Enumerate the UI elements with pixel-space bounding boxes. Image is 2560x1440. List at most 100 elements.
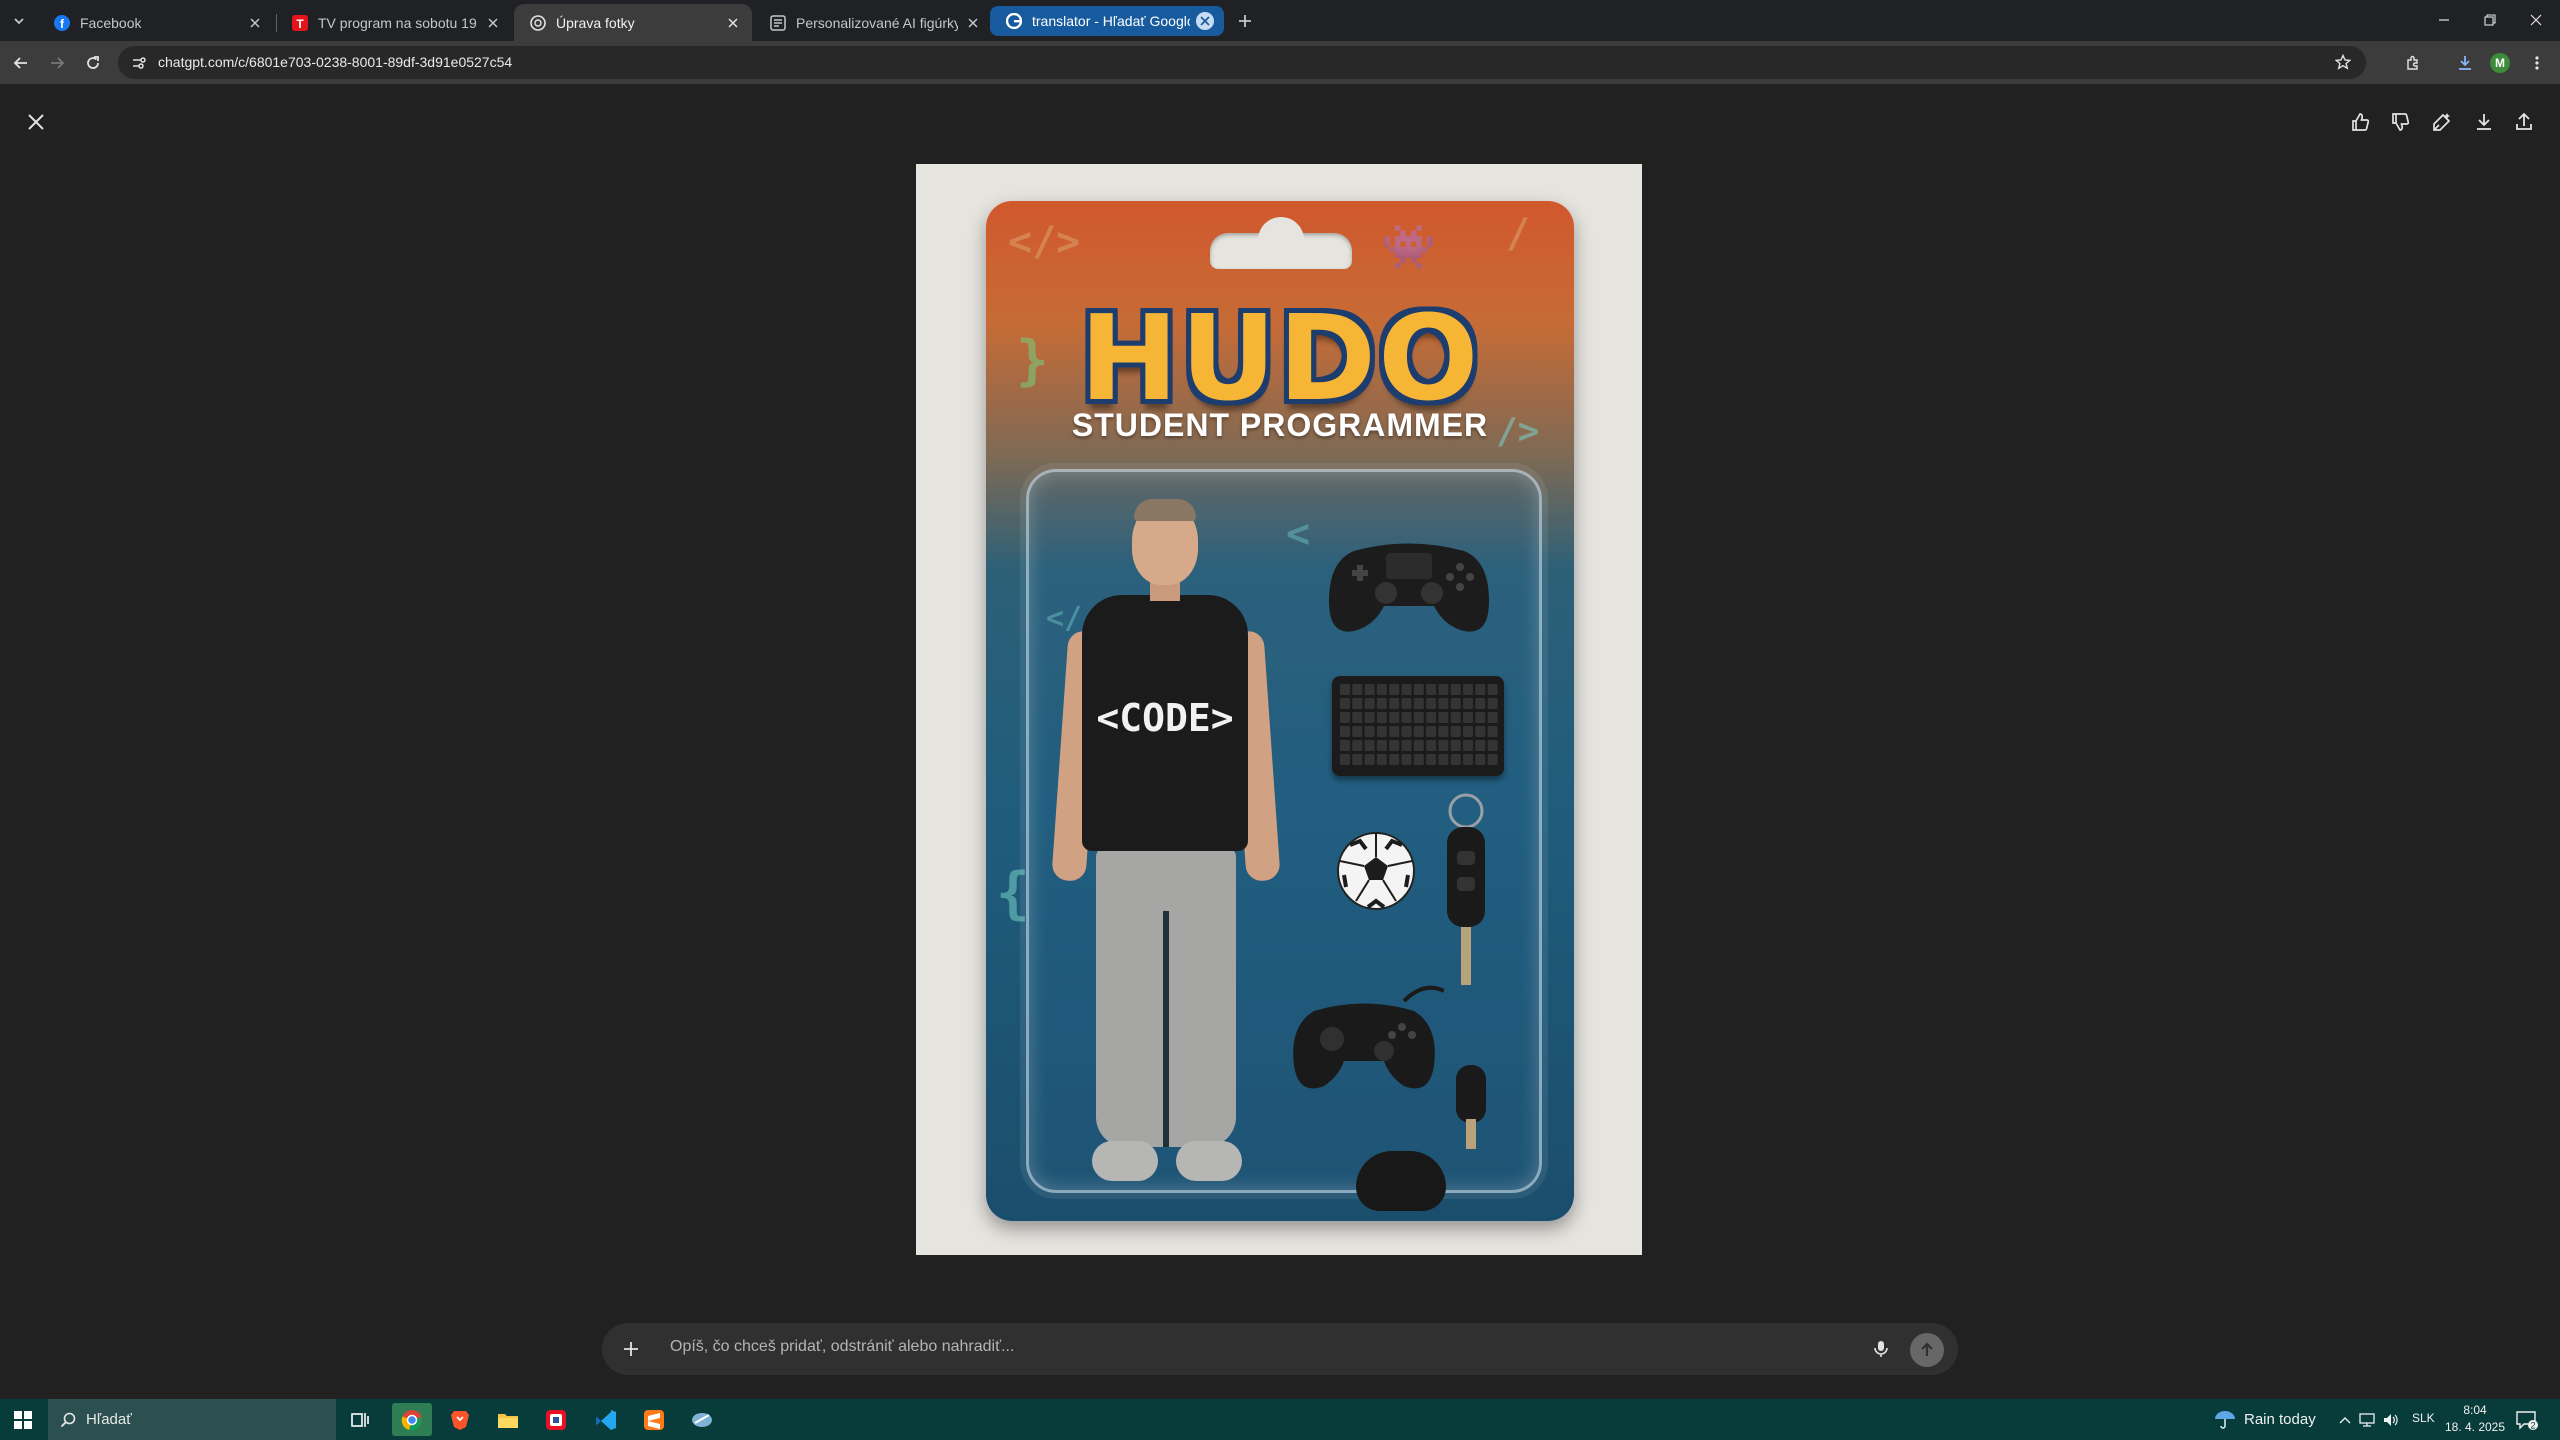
minimize-icon: [2439, 19, 2449, 21]
forward-button[interactable]: [42, 48, 72, 78]
extensions-button[interactable]: [2398, 48, 2428, 78]
close-tab-icon[interactable]: [964, 14, 982, 32]
keyboard-key: [1487, 726, 1498, 737]
chrome-menu-button[interactable]: [2522, 48, 2552, 78]
taskbar-chrome[interactable]: [392, 1403, 432, 1436]
keyboard-key: [1450, 712, 1461, 723]
slash-decoration: /: [1506, 211, 1531, 257]
tab-uprava-fotky[interactable]: Úprava fotky: [514, 4, 752, 41]
keyboard-key: [1426, 726, 1437, 737]
reload-button[interactable]: [78, 48, 108, 78]
keyboard-key: [1389, 740, 1400, 751]
add-attachment-button[interactable]: [616, 1334, 646, 1364]
tab-personalizovane-figurky[interactable]: Personalizované AI figúrky sú n: [754, 4, 992, 41]
keyboard-key: [1413, 712, 1424, 723]
clock-time: 8:04: [2463, 1403, 2487, 1417]
arrow-left-icon: [13, 57, 27, 69]
keyboard-key: [1450, 754, 1461, 765]
generated-image[interactable]: </> } /> / 👾 </ { < HUDO STUDENT PROGRAM…: [916, 164, 1642, 1255]
keyboard-key: [1426, 754, 1437, 765]
edit-image-icon: [2433, 113, 2451, 131]
url-text[interactable]: chatgpt.com/c/6801e703-0238-8001-89df-3d…: [158, 54, 512, 70]
keyboard-key: [1352, 740, 1363, 751]
close-window-button[interactable]: [2518, 6, 2554, 34]
keyboard-key: [1364, 740, 1375, 751]
brave-icon: [451, 1410, 469, 1430]
keyboard-key: [1413, 754, 1424, 765]
taskbar-brave[interactable]: [440, 1403, 480, 1436]
keyboard-key: [1487, 740, 1498, 751]
keyboard-key: [1463, 712, 1473, 723]
thumbs-up-button[interactable]: [2344, 106, 2376, 138]
keyboard-key: [1475, 684, 1486, 695]
tab-facebook[interactable]: f Facebook: [38, 4, 274, 41]
close-viewer-button[interactable]: [20, 106, 52, 138]
tab-tv-program[interactable]: T TV program na sobotu 19.04.20: [276, 4, 512, 41]
tv-program-icon: T: [292, 14, 308, 31]
minimize-button[interactable]: [2426, 6, 2462, 34]
keyboard-key: [1340, 698, 1350, 709]
keyboard-key: [1376, 754, 1387, 765]
close-tab-icon[interactable]: [484, 14, 502, 32]
new-tab-button[interactable]: [1232, 8, 1258, 34]
bookmark-star-icon[interactable]: [2332, 51, 2354, 73]
figure-left-sock: [1092, 1141, 1158, 1181]
task-view-button[interactable]: [340, 1403, 380, 1436]
weather-widget[interactable]: Rain today: [2214, 1409, 2316, 1429]
thumbs-up-icon: [2352, 113, 2370, 131]
share-button[interactable]: [2508, 106, 2540, 138]
figure-leg-gap: [1163, 911, 1169, 1147]
tab-search-button[interactable]: [6, 8, 32, 34]
taskbar-app-red[interactable]: [536, 1403, 576, 1436]
figure-hair: [1134, 499, 1196, 521]
site-info-icon[interactable]: [128, 52, 150, 74]
close-tab-icon[interactable]: [724, 14, 742, 32]
keyboard-key: [1438, 740, 1449, 751]
start-button[interactable]: [10, 1407, 36, 1433]
network-icon[interactable]: [2358, 1411, 2376, 1429]
keyboard-key: [1487, 684, 1498, 695]
taskbar-search[interactable]: Hľadať: [48, 1399, 336, 1440]
keyboard-key: [1340, 740, 1350, 751]
send-button[interactable]: [1910, 1333, 1944, 1367]
taskbar-file-explorer[interactable]: [488, 1403, 528, 1436]
voice-input-button[interactable]: [1868, 1336, 1894, 1362]
code-bracket-decoration: </>: [1008, 219, 1081, 265]
keyboard-key: [1426, 684, 1437, 695]
keyboard-key: [1438, 684, 1449, 695]
notification-icon: 2: [2516, 1411, 2538, 1431]
taskbar-app-pinned[interactable]: [682, 1403, 722, 1436]
taskbar-vscode[interactable]: [586, 1403, 626, 1436]
share-icon: [2516, 112, 2532, 130]
address-bar[interactable]: chatgpt.com/c/6801e703-0238-8001-89df-3d…: [118, 46, 2366, 79]
browser-toolbar: chatgpt.com/c/6801e703-0238-8001-89df-3d…: [0, 41, 2560, 84]
edit-image-button[interactable]: [2426, 106, 2458, 138]
thumbs-down-button[interactable]: [2384, 106, 2416, 138]
thumbs-down-icon: [2392, 113, 2410, 131]
taskbar-app-orange[interactable]: [634, 1403, 674, 1436]
back-button[interactable]: [6, 48, 36, 78]
keyboard-key: [1352, 754, 1363, 765]
downloads-button[interactable]: [2450, 48, 2480, 78]
show-hidden-icons[interactable]: [2336, 1411, 2354, 1429]
restore-button[interactable]: [2472, 6, 2508, 34]
arrow-up-icon: [1921, 1342, 1933, 1356]
package-hang-hole: [1210, 217, 1352, 269]
input-language[interactable]: SLK: [2412, 1411, 2435, 1425]
volume-icon[interactable]: [2382, 1411, 2400, 1429]
keyboard-key: [1340, 712, 1350, 723]
keyboard-key: [1438, 712, 1449, 723]
close-tab-icon[interactable]: [1196, 12, 1214, 30]
close-icon: [28, 114, 44, 130]
tab-translator-google[interactable]: translator - Hľadať Googlom: [990, 6, 1224, 36]
download-image-button[interactable]: [2468, 106, 2500, 138]
notification-center[interactable]: 2: [2514, 1409, 2540, 1431]
close-tab-icon[interactable]: [246, 14, 264, 32]
curly-brace-decoration: {: [996, 861, 1030, 926]
keyboard-key: [1376, 726, 1387, 737]
clock[interactable]: 8:04 18. 4. 2025: [2440, 1402, 2510, 1436]
notification-count: 2: [2530, 1421, 2535, 1431]
edit-prompt-input[interactable]: Opíš, čo chceš pridať, odstrániť alebo n…: [670, 1338, 1014, 1356]
profile-avatar[interactable]: M: [2490, 53, 2510, 73]
plus-icon: [1239, 15, 1251, 27]
